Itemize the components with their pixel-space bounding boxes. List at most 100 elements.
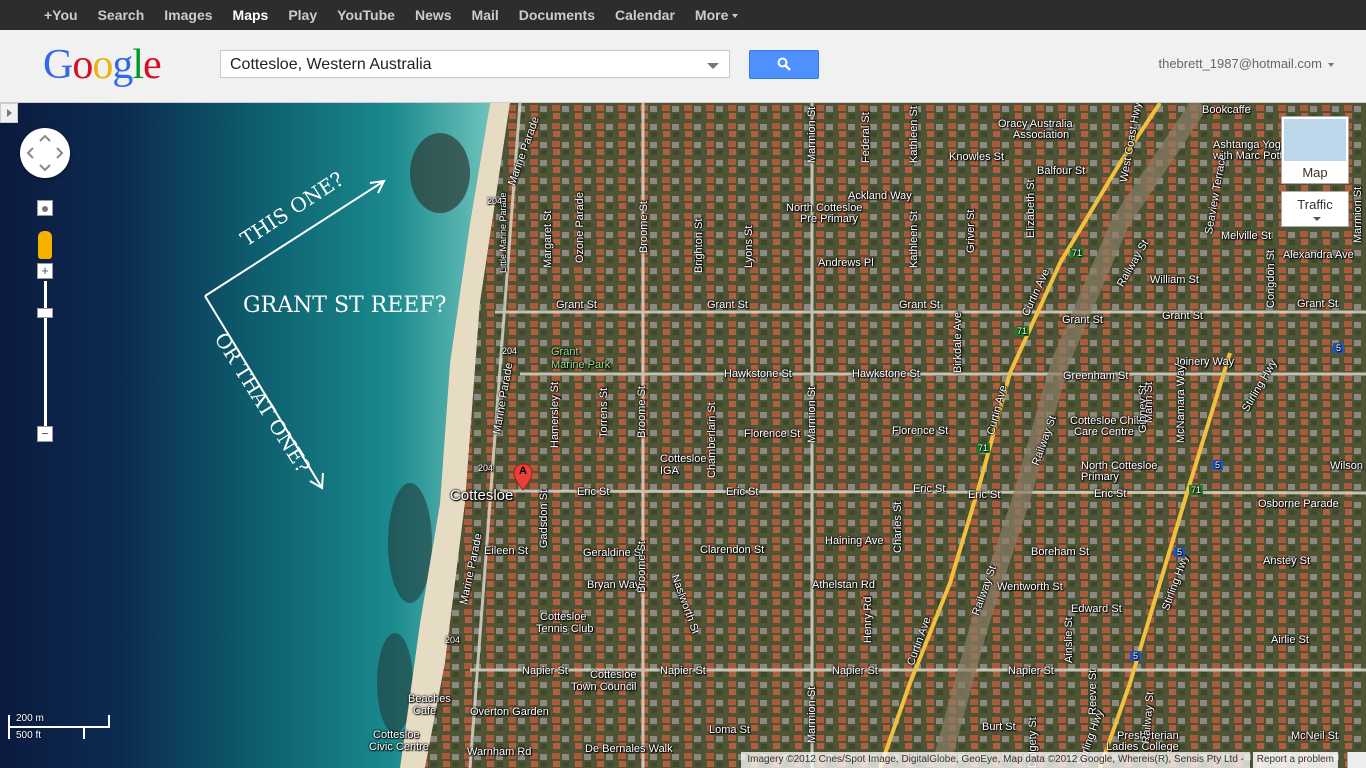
street-label: Bryan Way	[587, 579, 641, 591]
street-label: Henry Rd	[862, 596, 874, 643]
reset-view-button[interactable]	[37, 200, 53, 216]
street-label: Reeve St	[1087, 669, 1099, 715]
search-icon	[777, 57, 791, 71]
street-label: Ackland Way	[848, 190, 912, 202]
traffic-button[interactable]: Traffic	[1281, 191, 1349, 227]
chevron-down-icon	[732, 14, 739, 19]
route-71-shield: 71	[1015, 326, 1030, 336]
street-label: Anstey St	[1263, 555, 1311, 567]
scale-bar: 200 m 500 ft	[8, 713, 112, 743]
zoom-out-button[interactable]: −	[37, 426, 53, 442]
street-label: Greenham St	[1063, 370, 1129, 382]
poi-label: Primary	[1081, 471, 1119, 483]
nav-calendar[interactable]: Calendar	[615, 7, 675, 23]
report-problem-link[interactable]: Report a problem	[1252, 752, 1338, 768]
street-label: Margaret St	[542, 210, 554, 268]
poi-label: Cottesloe	[540, 611, 587, 623]
logo-letter: G	[43, 42, 73, 88]
street-label: Chamberlain St	[706, 402, 718, 478]
location-marker-a[interactable]: A	[513, 463, 533, 491]
route-204-shield: 204	[478, 463, 494, 473]
street-label: Ainslie St	[1063, 617, 1075, 663]
street-label: Lyons St	[743, 225, 755, 268]
poi-label: Tennis Club	[536, 623, 594, 635]
street-label: Marmion St	[806, 106, 818, 163]
street-label: Broome St	[636, 386, 648, 438]
suburb-label: Cottesloe	[450, 487, 514, 504]
street-label: Broome St	[638, 201, 650, 253]
account-email: thebrett_1987@hotmail.com	[1158, 56, 1322, 71]
imagery-attribution: Imagery ©2012 Cnes/Spot Image, DigitalGl…	[741, 752, 1250, 768]
nav-you[interactable]: +You	[44, 7, 78, 23]
poi-label: Cottesloe	[590, 669, 637, 681]
street-label: Hamersley St	[549, 381, 561, 448]
street-label: Melville St	[1221, 230, 1272, 242]
scale-metric: 200 m	[16, 713, 44, 724]
zoom-slider-handle[interactable]	[37, 308, 53, 318]
street-label: Charles St	[892, 501, 904, 553]
street-label: Eric St	[968, 489, 1001, 501]
zoom-in-button[interactable]: +	[37, 263, 53, 279]
street-label: Kathleen St	[908, 106, 920, 163]
nav-maps[interactable]: Maps	[233, 7, 269, 23]
street-label: Congdon St	[1265, 249, 1277, 308]
satellite-map[interactable]: THIS ONE? GRANT ST REEF? OR THAT ONE? Gr…	[0, 103, 1366, 768]
search-value: Cottesloe, Western Australia	[230, 56, 432, 73]
expand-corner-icon[interactable]	[1347, 752, 1366, 768]
route-204-shield: 204	[502, 346, 518, 356]
street-label: Marmion St	[806, 386, 818, 443]
dropdown-arrow-icon[interactable]	[707, 63, 719, 69]
street-label: Loma St	[709, 724, 750, 736]
street-label: Haining Ave	[825, 535, 884, 547]
side-panel-toggle[interactable]	[0, 103, 18, 123]
nav-news[interactable]: News	[415, 7, 452, 23]
street-label: Grant St	[1162, 310, 1203, 322]
pan-control[interactable]	[20, 128, 70, 178]
nav-search[interactable]: Search	[98, 7, 145, 23]
street-label: Grant St	[707, 299, 748, 311]
street-label: Florence St	[892, 425, 949, 437]
search-input[interactable]: Cottesloe, Western Australia	[220, 50, 730, 78]
street-label: Napier St	[1008, 665, 1054, 677]
poi-label: IGA	[660, 465, 679, 477]
street-label: Mann St	[1143, 382, 1155, 423]
nav-youtube[interactable]: YouTube	[337, 7, 395, 23]
logo-letter: l	[132, 42, 144, 88]
route-204-shield: 204	[445, 635, 461, 645]
nav-images[interactable]: Images	[164, 7, 212, 23]
street-label: Griver St	[965, 209, 977, 253]
pan-arrows-icon	[26, 134, 64, 172]
map-type-button[interactable]: Map	[1281, 116, 1349, 184]
poi-label: Pre Primary	[800, 213, 859, 225]
street-label: Eileen St	[484, 545, 529, 557]
account-menu[interactable]: thebrett_1987@hotmail.com	[1158, 56, 1334, 71]
search-button[interactable]	[749, 50, 819, 79]
street-view-pegman-icon[interactable]	[38, 231, 52, 259]
street-label: Federal St	[860, 112, 872, 163]
street-label: Birkdale Ave	[952, 312, 964, 373]
google-logo[interactable]: Google	[43, 41, 162, 89]
google-nav: +You Search Images Maps Play YouTube New…	[34, 0, 748, 30]
nav-play[interactable]: Play	[288, 7, 317, 23]
street-label: William St	[1150, 274, 1199, 286]
nav-mail[interactable]: Mail	[472, 7, 499, 23]
maps-header: Google Cottesloe, Western Australia theb…	[0, 30, 1366, 103]
poi-label: Association	[1013, 129, 1070, 141]
traffic-label: Traffic	[1297, 197, 1333, 212]
zoom-slider-track[interactable]	[44, 281, 47, 431]
street-label: Knowles St	[949, 151, 1005, 163]
nav-documents[interactable]: Documents	[519, 7, 595, 23]
street-label: De Bernales Walk	[585, 743, 673, 755]
street-label: Grant St	[556, 299, 597, 311]
street-label: Grant St	[1297, 298, 1338, 310]
street-label: Broome St	[636, 541, 648, 593]
chevron-down-icon	[1313, 217, 1321, 221]
route-71-shield: 71	[1070, 248, 1085, 258]
nav-more[interactable]: More	[695, 7, 739, 23]
street-label: Athelstan Rd	[812, 579, 875, 591]
street-label: Airlie St	[1271, 634, 1309, 646]
street-label: Florence St	[744, 428, 801, 440]
poi-label: Bookcaffe	[1202, 104, 1251, 116]
street-label: Warnham Rd	[467, 746, 532, 758]
poi-label: Cottesloe	[373, 729, 420, 741]
